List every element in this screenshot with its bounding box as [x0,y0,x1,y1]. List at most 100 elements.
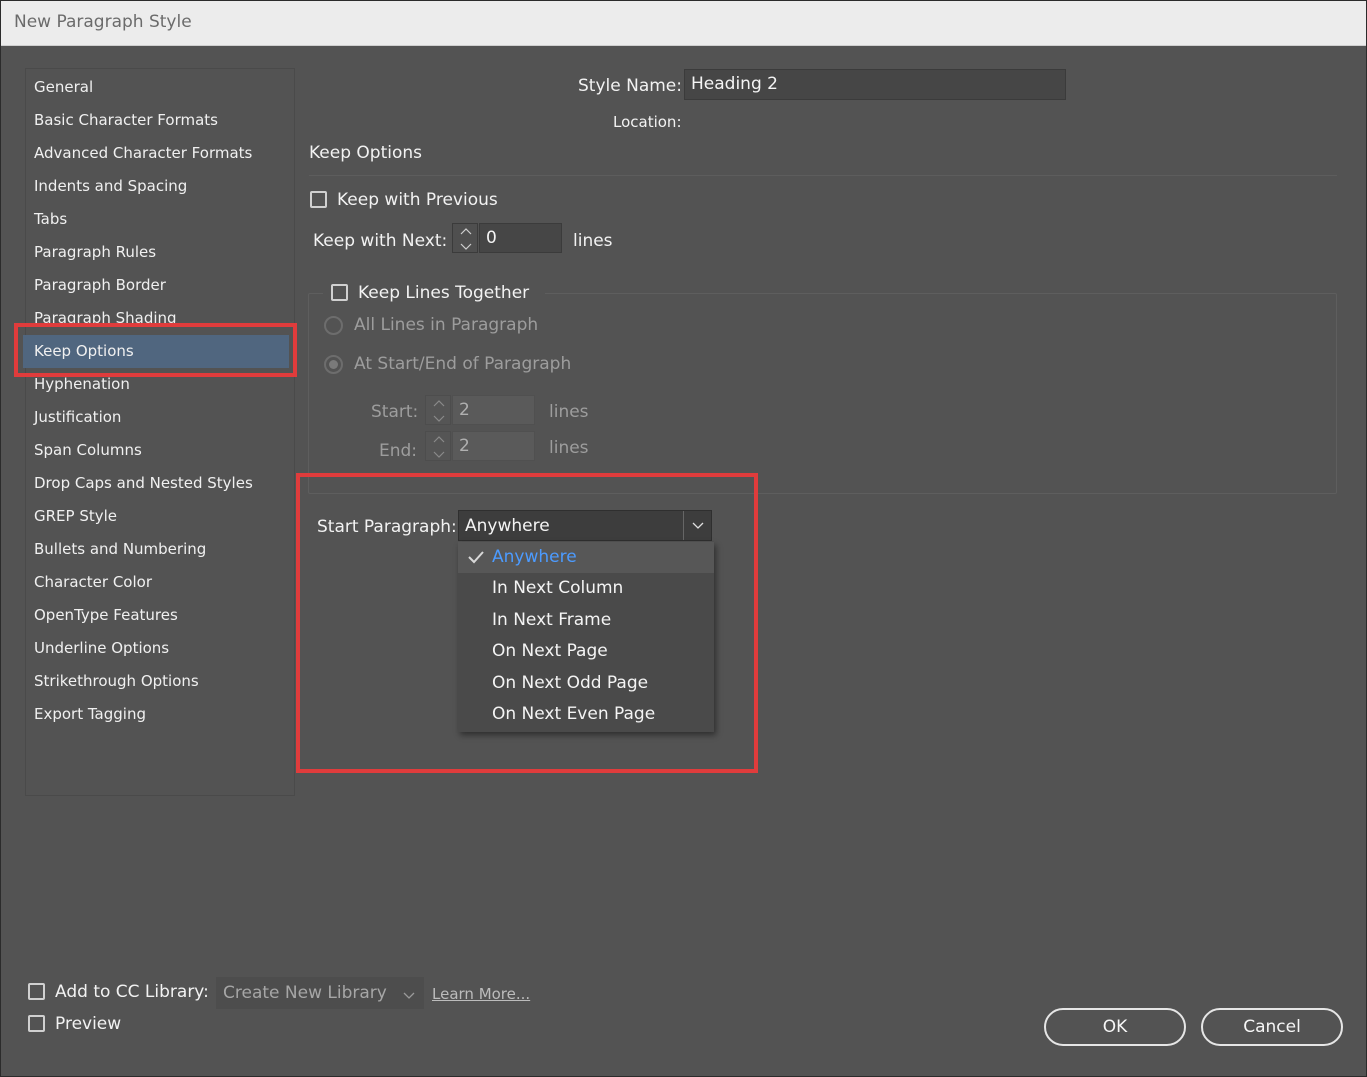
stepper-arrows-icon [433,436,445,458]
keep-lines-together-checkbox[interactable] [331,284,348,301]
stepper-arrows-icon [433,400,445,422]
sidebar-item-label: General [34,78,94,96]
keep-with-next-field[interactable]: 0 [479,223,562,253]
menu-item-label: In Next Column [492,578,624,598]
sidebar-item-keep-options[interactable]: Keep Options [23,335,289,368]
preview-label: Preview [55,1014,122,1034]
sidebar-item-tabs[interactable]: Tabs [34,203,296,236]
end-label: End: [379,441,418,461]
sidebar-item-bullets-and-numbering[interactable]: Bullets and Numbering [34,533,296,566]
title-bar: New Paragraph Style [1,1,1366,46]
chevron-down-icon [402,986,416,1005]
add-to-cc-library-checkbox[interactable] [28,983,45,1000]
menu-item-anywhere[interactable]: Anywhere [458,542,714,573]
sidebar-item-label: Span Columns [34,441,142,459]
sidebar-item-label: Drop Caps and Nested Styles [34,474,253,492]
learn-more-link[interactable]: Learn More... [432,985,530,1003]
sidebar-item-label: Keep Options [34,342,134,360]
location-label: Location: [613,113,682,131]
start-paragraph-value: Anywhere [465,516,550,536]
style-name-label: Style Name: [578,76,682,96]
keep-with-next-stepper[interactable] [452,223,478,253]
keep-lines-together-label: Keep Lines Together [358,283,530,303]
section-title: Keep Options [309,143,423,163]
at-start-end-label: At Start/End of Paragraph [354,354,572,374]
library-dropdown-value: Create New Library [223,983,387,1003]
sidebar-item-grep-style[interactable]: GREP Style [34,500,296,533]
chevron-down-icon [692,522,704,529]
library-dropdown[interactable]: Create New Library [216,977,424,1009]
sidebar-item-label: Justification [34,408,122,426]
sidebar-item-drop-caps-nested-styles[interactable]: Drop Caps and Nested Styles [34,467,296,500]
end-stepper[interactable] [425,431,451,461]
start-paragraph-dropdown[interactable]: Anywhere [458,510,712,541]
menu-item-label: On Next Odd Page [492,673,649,693]
stepper-arrows-icon [460,228,472,250]
sidebar-item-label: OpenType Features [34,606,178,624]
keep-with-next-label: Keep with Next: [313,231,448,251]
sidebar-item-label: Basic Character Formats [34,111,218,129]
sidebar-item-indents-and-spacing[interactable]: Indents and Spacing [34,170,296,203]
style-name-field[interactable]: Heading 2 [684,69,1066,100]
sidebar-item-label: GREP Style [34,507,118,525]
sidebar-item-label: Paragraph Rules [34,243,157,261]
sidebar-item-span-columns[interactable]: Span Columns [34,434,296,467]
menu-item-on-next-odd-page[interactable]: On Next Odd Page [458,668,714,699]
sidebar-item-paragraph-border[interactable]: Paragraph Border [34,269,296,302]
sidebar-item-general[interactable]: General [34,71,296,104]
category-sidebar: General Basic Character Formats Advanced… [23,68,296,796]
menu-item-label: On Next Even Page [492,704,656,724]
menu-item-label: Anywhere [492,547,577,567]
sidebar-item-label: Underline Options [34,639,170,657]
sidebar-item-paragraph-rules[interactable]: Paragraph Rules [34,236,296,269]
sidebar-item-strikethrough-options[interactable]: Strikethrough Options [34,665,296,698]
sidebar-item-character-color[interactable]: Character Color [34,566,296,599]
menu-item-label: In Next Frame [492,610,612,630]
menu-item-label: On Next Page [492,641,608,661]
sidebar-item-underline-options[interactable]: Underline Options [34,632,296,665]
end-lines-field[interactable]: 2 [452,431,535,461]
menu-item-in-next-frame[interactable]: In Next Frame [458,605,714,636]
ok-button[interactable]: OK [1044,1008,1186,1046]
menu-item-in-next-column[interactable]: In Next Column [458,573,714,604]
sidebar-item-basic-character-formats[interactable]: Basic Character Formats [34,104,296,137]
start-label: Start: [371,402,419,422]
menu-item-on-next-page[interactable]: On Next Page [458,636,714,667]
sidebar-item-justification[interactable]: Justification [34,401,296,434]
sidebar-item-label: Character Color [34,573,152,591]
sidebar-item-hyphenation[interactable]: Hyphenation [34,368,296,401]
sidebar-item-label: Paragraph Border [34,276,166,294]
keep-with-previous-checkbox[interactable] [310,191,327,208]
dropdown-arrow-button[interactable] [683,511,711,540]
start-paragraph-label: Start Paragraph: [317,517,457,537]
preview-checkbox[interactable] [28,1015,45,1032]
sidebar-item-advanced-character-formats[interactable]: Advanced Character Formats [34,137,296,170]
new-paragraph-style-dialog: New Paragraph Style General Basic Charac… [0,0,1367,1077]
section-divider [309,175,1337,176]
all-lines-radio[interactable] [324,316,343,335]
cancel-button[interactable]: Cancel [1201,1008,1343,1046]
keep-with-previous-label: Keep with Previous [337,190,498,210]
end-unit: lines [549,438,589,458]
sidebar-item-label: Tabs [34,210,68,228]
menu-item-on-next-even-page[interactable]: On Next Even Page [458,699,714,730]
sidebar-item-label: Paragraph Shading [34,309,177,327]
sidebar-item-label: Export Tagging [34,705,146,723]
keep-with-next-unit: lines [573,231,613,251]
sidebar-item-export-tagging[interactable]: Export Tagging [34,698,296,731]
sidebar-item-opentype-features[interactable]: OpenType Features [34,599,296,632]
sidebar-item-paragraph-shading[interactable]: Paragraph Shading [34,302,296,335]
all-lines-label: All Lines in Paragraph [354,315,539,335]
dialog-title: New Paragraph Style [14,12,192,32]
start-unit: lines [549,402,589,422]
at-start-end-radio[interactable] [324,355,343,374]
sidebar-item-label: Bullets and Numbering [34,540,207,558]
sidebar-item-label: Advanced Character Formats [34,144,253,162]
sidebar-item-label: Strikethrough Options [34,672,199,690]
add-to-cc-library-label: Add to CC Library: [55,982,209,1002]
start-lines-field[interactable]: 2 [452,395,535,425]
start-paragraph-menu: Anywhere In Next Column In Next Frame On… [458,542,714,732]
sidebar-item-label: Indents and Spacing [34,177,188,195]
sidebar-item-label: Hyphenation [34,375,130,393]
start-stepper[interactable] [425,395,451,425]
